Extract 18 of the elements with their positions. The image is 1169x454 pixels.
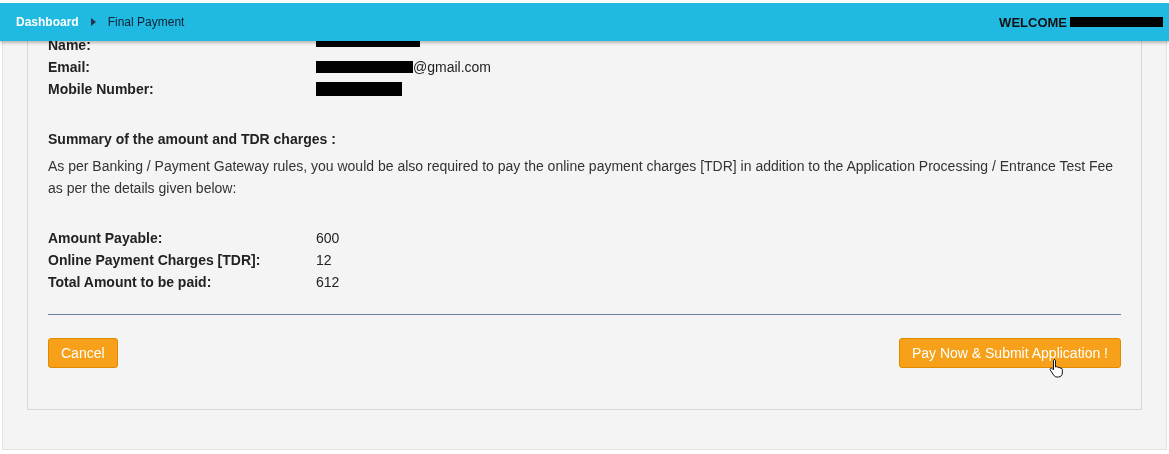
summary-text: As per Banking / Payment Gateway rules, you would be also required to pay the online payment charges [TDR] in addition to the Application Processing / Entrance Test Fee as per the details given below: (48, 157, 1115, 198)
amount-value: 612 (316, 273, 340, 290)
welcome-label: WELCOME (999, 14, 1067, 30)
amount-value: 12 (316, 251, 332, 268)
field-label: Mobile Number: (48, 80, 155, 97)
caret-icon (90, 18, 96, 26)
amount-label: Total Amount to be paid: (48, 273, 213, 290)
field-label: Name: (48, 36, 92, 53)
section-heading: Summary of the amount and TDR charges : (48, 131, 337, 147)
breadcrumb-link[interactable]: Dashboard (16, 15, 79, 29)
field-label: Email: (48, 58, 91, 75)
pay-submit-button[interactable]: Pay Now & Submit Application ! (898, 338, 1121, 368)
amount-value: 600 (316, 229, 340, 246)
field-value: @gmail.com (413, 58, 491, 75)
amount-label: Online Payment Charges [TDR]: (48, 251, 262, 268)
cancel-button[interactable]: Cancel (48, 338, 118, 368)
amount-label: Amount Payable: (48, 229, 164, 246)
breadcrumb-current: Final Payment (107, 15, 185, 29)
